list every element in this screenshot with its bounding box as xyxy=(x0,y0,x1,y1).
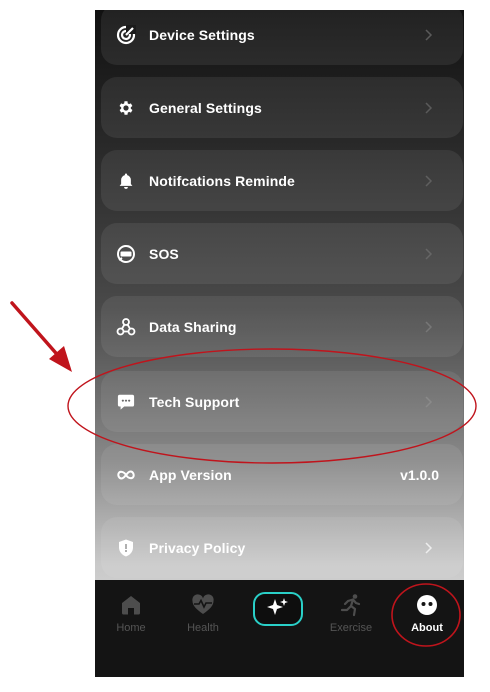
menu-item-data-sharing[interactable]: Data Sharing xyxy=(101,296,463,357)
share-nodes-icon xyxy=(115,316,137,338)
sos-icon xyxy=(115,243,137,265)
chevron-right-icon xyxy=(423,541,435,554)
red-arrow-icon xyxy=(10,301,72,372)
chevron-right-icon xyxy=(423,28,435,41)
menu-item-label: App Version xyxy=(149,466,232,483)
gear-icon xyxy=(115,97,137,119)
tab-about[interactable]: About xyxy=(397,592,457,642)
tab-home[interactable]: Home xyxy=(101,592,161,642)
menu-item-sos[interactable]: SOS xyxy=(101,223,463,284)
tab-label: Home xyxy=(116,622,146,634)
tab-exercise[interactable]: Exercise xyxy=(321,592,381,642)
menu-item-general-settings[interactable]: General Settings xyxy=(101,77,463,138)
menu-item-label: Privacy Policy xyxy=(149,539,246,556)
menu-item-label: Tech Support xyxy=(149,393,240,410)
app-version-value: v1.0.0 xyxy=(400,466,439,483)
menu-item-tech-support[interactable]: Tech Support xyxy=(101,371,463,432)
target-icon xyxy=(115,24,137,46)
chat-bubble-icon xyxy=(115,391,137,413)
menu-item-notifications[interactable]: Notifcations Reminde xyxy=(101,150,463,211)
face-icon xyxy=(414,592,440,618)
ai-sparkle-button[interactable] xyxy=(253,592,303,626)
bottom-tab-bar: Home Health Exercise About xyxy=(95,580,464,677)
menu-item-label: General Settings xyxy=(149,99,262,116)
menu-item-app-version[interactable]: App Version v1.0.0 xyxy=(101,444,463,505)
running-person-icon xyxy=(338,592,364,618)
bell-icon xyxy=(115,170,137,192)
menu-item-label: Notifcations Reminde xyxy=(149,172,295,189)
menu-item-label: Data Sharing xyxy=(149,318,237,335)
tab-label: Exercise xyxy=(329,622,373,634)
phone-screen: Device Settings General Settings Notifca… xyxy=(95,10,464,677)
chevron-right-icon xyxy=(423,320,435,333)
infinity-icon xyxy=(115,464,137,486)
heart-pulse-icon xyxy=(190,592,216,618)
chevron-right-icon xyxy=(423,174,435,187)
chevron-right-icon xyxy=(423,101,435,114)
chevron-right-icon xyxy=(423,247,435,260)
menu-item-privacy-policy[interactable]: Privacy Policy xyxy=(101,517,463,578)
menu-item-label: Device Settings xyxy=(149,26,255,43)
tab-health[interactable]: Health xyxy=(173,592,233,642)
tab-label: About xyxy=(411,622,443,634)
chevron-right-icon xyxy=(423,395,435,408)
sparkle-icon xyxy=(265,596,291,623)
tab-label: Health xyxy=(187,622,219,634)
home-icon xyxy=(118,592,144,618)
menu-item-label: SOS xyxy=(149,245,179,262)
menu-item-device-settings[interactable]: Device Settings xyxy=(101,10,463,65)
shield-icon xyxy=(115,537,137,559)
